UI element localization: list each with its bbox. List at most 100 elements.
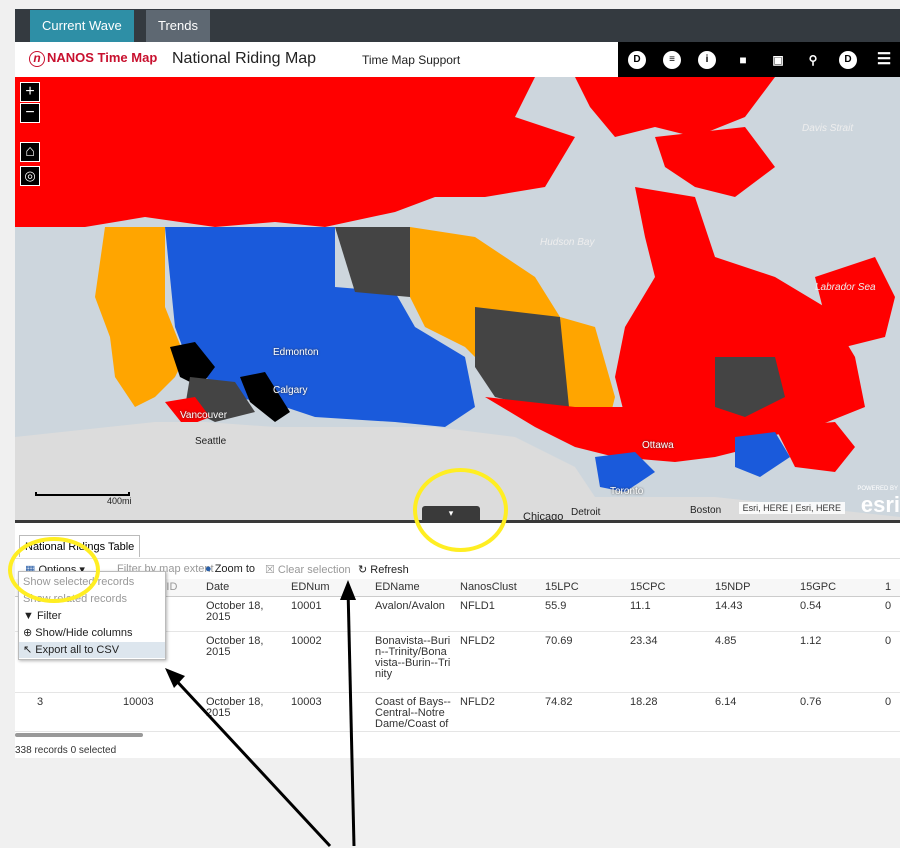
- table-cell: 14.43: [715, 600, 743, 612]
- zoom-to-label: Zoom to: [214, 563, 256, 575]
- menu-item-label: Show/Hide columns: [35, 627, 133, 639]
- city-label: Calgary: [273, 385, 308, 396]
- table-cell: 0.76: [800, 696, 822, 708]
- logo-text: NANOS Time Map: [47, 50, 158, 65]
- region-nunavut-dark: [335, 227, 410, 297]
- column-header[interactable]: 1: [881, 579, 900, 596]
- column-header[interactable]: 15LPC: [541, 579, 626, 596]
- search-icon[interactable]: ⚲: [804, 51, 822, 69]
- zoom-in-button[interactable]: +: [20, 82, 40, 102]
- d-circle-icon[interactable]: D: [628, 51, 646, 69]
- table-cell: Bonavista--Burin--Trinity/Bonavista--Bur…: [375, 635, 451, 680]
- locate-button[interactable]: ◎: [20, 166, 40, 186]
- water-label: Labrador Sea: [815, 282, 876, 293]
- tab-current-wave[interactable]: Current Wave: [30, 10, 134, 42]
- widget-toolbar: D ≡ i ■ ▣ ⚲ D ☰: [618, 42, 900, 77]
- table-cell: 11.1: [630, 600, 651, 612]
- table-cell: October 18, 2015: [206, 600, 264, 623]
- column-header[interactable]: 15GPC: [796, 579, 881, 596]
- clear-selection-button[interactable]: ☒ Clear selection: [265, 563, 351, 576]
- column-header[interactable]: EDNum: [287, 579, 372, 596]
- table-row[interactable]: 3 10003 October 18, 2015 10003 Coast of …: [15, 694, 900, 732]
- refresh-icon: ↻: [358, 564, 371, 576]
- tab-trends[interactable]: Trends: [146, 10, 210, 42]
- zoom-to-button[interactable]: ● Zoom to: [205, 563, 255, 575]
- clear-icon: ☒: [265, 564, 278, 576]
- city-label: Toronto: [610, 486, 644, 497]
- table-cell: 74.82: [545, 696, 573, 708]
- region-maritimes-red: [775, 422, 855, 472]
- table-cell: 10003: [123, 696, 154, 708]
- menu-item-show-hide-columns[interactable]: ⊕ Show/Hide columns: [19, 625, 165, 641]
- app-header: n NANOS Time Map National Riding Map Time…: [15, 42, 900, 77]
- menu-item-label: Export all to CSV: [35, 644, 120, 656]
- city-label: Boston: [690, 505, 722, 516]
- map-attribution[interactable]: Esri, HERE | Esri, HERE: [738, 502, 845, 514]
- table-cell: 10002: [291, 635, 322, 647]
- table-cell: 10003: [291, 696, 322, 708]
- esri-logo[interactable]: esri: [861, 492, 900, 518]
- table-cell: 70.69: [545, 635, 573, 647]
- highlight-circle: [8, 537, 100, 603]
- layer-icon[interactable]: D: [839, 51, 857, 69]
- table-cell: NFLD2: [460, 635, 495, 647]
- city-label: Vancouver: [180, 410, 228, 421]
- home-button[interactable]: ⌂: [20, 142, 40, 162]
- table-cell: 6.14: [715, 696, 737, 708]
- table-cell: 0.54: [800, 600, 822, 612]
- legend-icon[interactable]: ≡: [663, 51, 681, 69]
- city-label: Ottawa: [642, 440, 674, 451]
- columns-icon: ⊕: [23, 627, 36, 639]
- city-label: Seattle: [195, 436, 227, 447]
- top-tab-bar: Current Wave Trends: [15, 9, 900, 42]
- region-baffin-red: [655, 127, 775, 197]
- nanos-logo[interactable]: n NANOS Time Map: [29, 50, 157, 67]
- table-cell: 0: [885, 600, 892, 612]
- basemap-icon[interactable]: ▣: [769, 51, 787, 69]
- grid-icon[interactable]: ■: [734, 51, 752, 69]
- menu-item-filter[interactable]: ▼ Filter: [19, 608, 165, 624]
- column-header[interactable]: Date: [202, 579, 287, 596]
- riding-map[interactable]: + − ⌂ ◎ Davis Strait Hudson Bay Labrador…: [15, 77, 900, 520]
- horizontal-scrollbar[interactable]: [15, 733, 143, 737]
- clear-selection-label: Clear selection: [277, 564, 351, 576]
- export-icon: ↖: [23, 644, 36, 656]
- menu-icon[interactable]: ☰: [875, 51, 893, 69]
- refresh-button[interactable]: ↻ Refresh: [358, 563, 409, 576]
- table-cell: 4.85: [715, 635, 737, 647]
- map-canvas: [15, 77, 900, 520]
- filter-icon: ▼: [23, 610, 37, 622]
- menu-item-export-csv[interactable]: ↖ Export all to CSV: [19, 642, 165, 658]
- highlight-circle: [413, 468, 508, 552]
- info-icon[interactable]: i: [698, 51, 716, 69]
- table-cell: NFLD2: [460, 696, 495, 708]
- records-status: 338 records 0 selected: [15, 745, 117, 756]
- menu-item-label: Filter: [36, 610, 62, 622]
- column-header[interactable]: NanosClust: [456, 579, 541, 596]
- table-cell: Coast of Bays--Central--Notre Dame/Coast…: [375, 696, 451, 730]
- city-label: Chicago: [523, 511, 564, 520]
- column-header[interactable]: EDName: [371, 579, 456, 596]
- table-cell: 10001: [291, 600, 322, 612]
- table-cell: Avalon/Avalon: [375, 600, 445, 612]
- table-cell: 3: [37, 696, 44, 708]
- city-label: Edmonton: [273, 347, 319, 358]
- pin-icon: ●: [205, 563, 215, 575]
- nanos-logo-icon: n: [29, 51, 45, 67]
- table-cell: 18.28: [630, 696, 658, 708]
- column-header[interactable]: 15CPC: [626, 579, 711, 596]
- table-cell: October 18, 2015: [206, 696, 264, 719]
- city-label: Detroit: [571, 507, 601, 518]
- table-cell: 1.12: [800, 635, 822, 647]
- table-cell: October 18, 2015: [206, 635, 264, 658]
- time-map-support-link[interactable]: Time Map Support: [362, 53, 460, 67]
- column-header[interactable]: 15NDP: [711, 579, 796, 596]
- table-cell: 55.9: [545, 600, 567, 612]
- water-label: Davis Strait: [802, 123, 854, 134]
- region-ontario-dark: [475, 307, 575, 417]
- table-cell: 23.34: [630, 635, 658, 647]
- table-cell: 0: [885, 696, 892, 708]
- zoom-out-button[interactable]: −: [20, 103, 40, 123]
- region-north-red: [15, 77, 575, 227]
- table-cell: NFLD1: [460, 600, 495, 612]
